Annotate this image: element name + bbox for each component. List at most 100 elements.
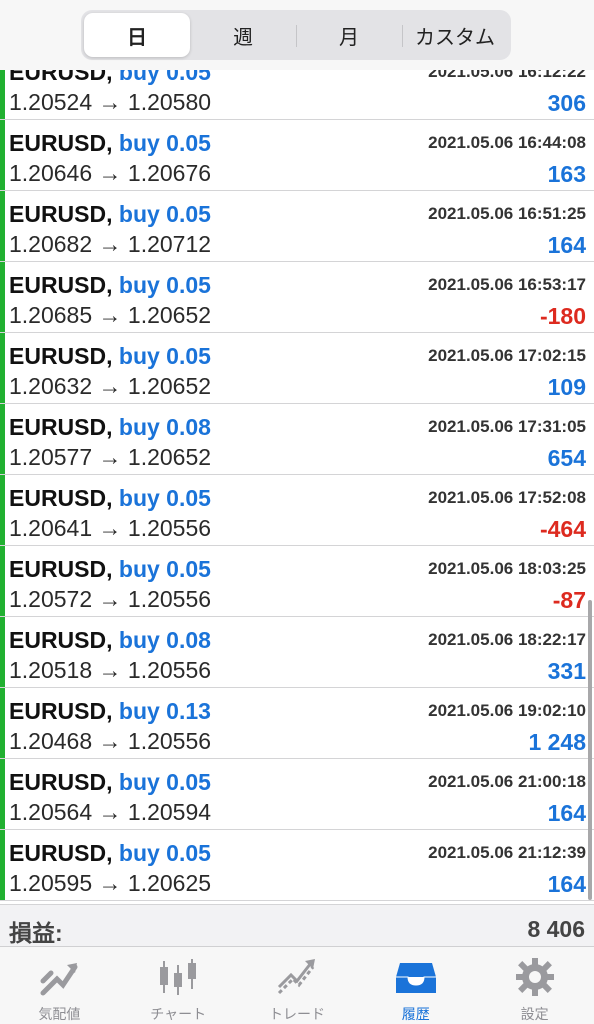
trade-title: EURUSD, buy 0.05 [9,201,211,228]
trade-prices: 1.20518 → 1.20556 [9,657,211,684]
tab-label: トレード [268,1006,325,1022]
trade-row[interactable]: EURUSD, buy 0.05 2021.05.06 17:02:15 1.206… [0,333,594,404]
trade-title: EURUSD, buy 0.05 [9,485,211,512]
trade-symbol: EURUSD, [9,485,113,511]
trade-row[interactable]: EURUSD, buy 0.05 2021.05.06 21:00:18 1.205… [0,759,594,830]
tab-trade[interactable]: トレード [238,947,357,1024]
trade-side-volume: buy 0.05 [118,769,211,795]
quotes-icon [37,957,81,997]
settings-icon [513,957,557,997]
trade-time: 2021.05.06 18:03:25 [428,559,586,578]
trade-row[interactable]: EURUSD, buy 0.08 2021.05.06 17:31:05 1.205… [0,404,594,475]
open-price: 1.20564 [9,799,93,825]
open-price: 1.20524 [9,89,93,115]
buy-indicator-bar [0,688,5,758]
tab-history[interactable]: 履歴 [356,947,475,1024]
tab-settings[interactable]: 設定 [475,947,594,1024]
close-price: 1.20712 [127,231,212,257]
trade-prices: 1.20577 → 1.20652 [9,444,211,471]
trade-time: 2021.05.06 17:31:05 [428,417,586,436]
tab-label: 履歴 [401,1006,430,1022]
trade-row[interactable]: EURUSD, buy 0.05 2021.05.06 18:03:25 1.205… [0,546,594,617]
buy-indicator-bar [0,475,5,545]
open-price: 1.20682 [9,231,93,257]
trade-row[interactable]: EURUSD, buy 0.05 2021.05.06 21:12:39 1.205… [0,830,594,901]
segment-custom[interactable]: カスタム [402,13,508,57]
arrow-icon: → [98,89,122,115]
buy-indicator-bar [0,404,5,474]
close-price: 1.20580 [127,89,212,115]
trade-side-volume: buy 0.05 [118,556,211,582]
segment-week[interactable]: 週 [190,13,296,57]
arrow-icon: → [98,231,122,257]
trade-row[interactable]: EURUSD, buy 0.13 2021.05.06 19:02:10 1.204… [0,688,594,759]
buy-indicator-bar [0,759,5,829]
close-price: 1.20652 [127,444,212,470]
trade-symbol: EURUSD, [9,414,113,440]
trade-time: 2021.05.06 16:51:25 [428,204,586,223]
trade-time: 2021.05.06 16:44:08 [428,133,586,152]
bottom-tab-bar: 気配値 チャート トレード 履歴 設定 [0,946,594,1024]
trade-time: 2021.05.06 17:52:08 [428,488,586,507]
trade-row[interactable]: EURUSD, buy 0.05 2021.05.06 16:53:17 1.206… [0,262,594,333]
open-price: 1.20518 [9,657,93,683]
trade-title: EURUSD, buy 0.05 [9,769,211,796]
close-price: 1.20594 [127,799,212,825]
period-segmented-control: 日週月カスタム [81,10,511,60]
close-price: 1.20676 [127,160,212,186]
open-price: 1.20577 [9,444,93,470]
trade-prices: 1.20524 → 1.20580 [9,89,211,116]
arrow-icon: → [98,160,122,186]
trade-title: EURUSD, buy 0.05 [9,556,211,583]
trade-title: EURUSD, buy 0.08 [9,414,211,441]
trade-row[interactable]: EURUSD, buy 0.05 2021.05.06 17:52:08 1.206… [0,475,594,546]
trade-symbol: EURUSD, [9,272,113,298]
trade-row[interactable]: EURUSD, buy 0.08 2021.05.06 18:22:17 1.205… [0,617,594,688]
trade-row[interactable]: EURUSD, buy 0.05 2021.05.06 16:44:08 1.206… [0,120,594,191]
trade-profit: 1 248 [528,729,586,755]
open-price: 1.20632 [9,373,93,399]
open-price: 1.20595 [9,870,93,896]
trade-profit: 654 [547,445,586,471]
trade-row[interactable]: EURUSD, buy 0.05 2021.05.06 16:51:25 1.206… [0,191,594,262]
tab-chart[interactable]: チャート [119,947,238,1024]
trade-title: EURUSD, buy 0.05 [9,130,211,157]
trade-profit: -87 [552,587,586,613]
segment-day[interactable]: 日 [84,13,190,57]
trade-symbol: EURUSD, [9,201,113,227]
total-profit-value: 8 406 [527,916,585,942]
trade-icon [275,957,319,997]
close-price: 1.20652 [127,302,212,328]
tab-label: チャート [150,1006,207,1022]
buy-indicator-bar [0,120,5,190]
trade-title: EURUSD, buy 0.05 [9,840,211,867]
arrow-icon: → [98,586,122,612]
tab-quotes[interactable]: 気配値 [0,947,119,1024]
period-header: 日週月カスタム [0,0,594,70]
trade-title: EURUSD, buy 0.13 [9,698,211,725]
trade-time: 2021.05.06 18:22:17 [428,630,586,649]
open-price: 1.20685 [9,302,93,328]
trade-side-volume: buy 0.05 [118,485,211,511]
trade-title: EURUSD, buy 0.08 [9,627,211,654]
scrollbar[interactable] [588,600,592,900]
trade-side-volume: buy 0.08 [118,414,211,440]
arrow-icon: → [98,373,122,399]
trade-side-volume: buy 0.05 [118,201,211,227]
trade-profit: 164 [547,232,586,258]
arrow-icon: → [98,302,122,328]
trade-side-volume: buy 0.08 [118,627,211,653]
open-price: 1.20646 [9,160,93,186]
trade-time: 2021.05.06 21:12:39 [428,843,586,862]
arrow-icon: → [98,444,122,470]
arrow-icon: → [98,870,122,896]
app-window: EURUSD, buy 0.05 2021.05.06 16:12:22 1.205… [0,0,594,1024]
trade-profit: 164 [547,800,586,826]
arrow-icon: → [98,657,122,683]
trade-profit: 109 [547,374,586,400]
segment-month[interactable]: 月 [296,13,402,57]
trade-side-volume: buy 0.05 [118,343,211,369]
open-price: 1.20572 [9,586,93,612]
trade-side-volume: buy 0.05 [118,130,211,156]
trade-side-volume: buy 0.05 [118,840,211,866]
